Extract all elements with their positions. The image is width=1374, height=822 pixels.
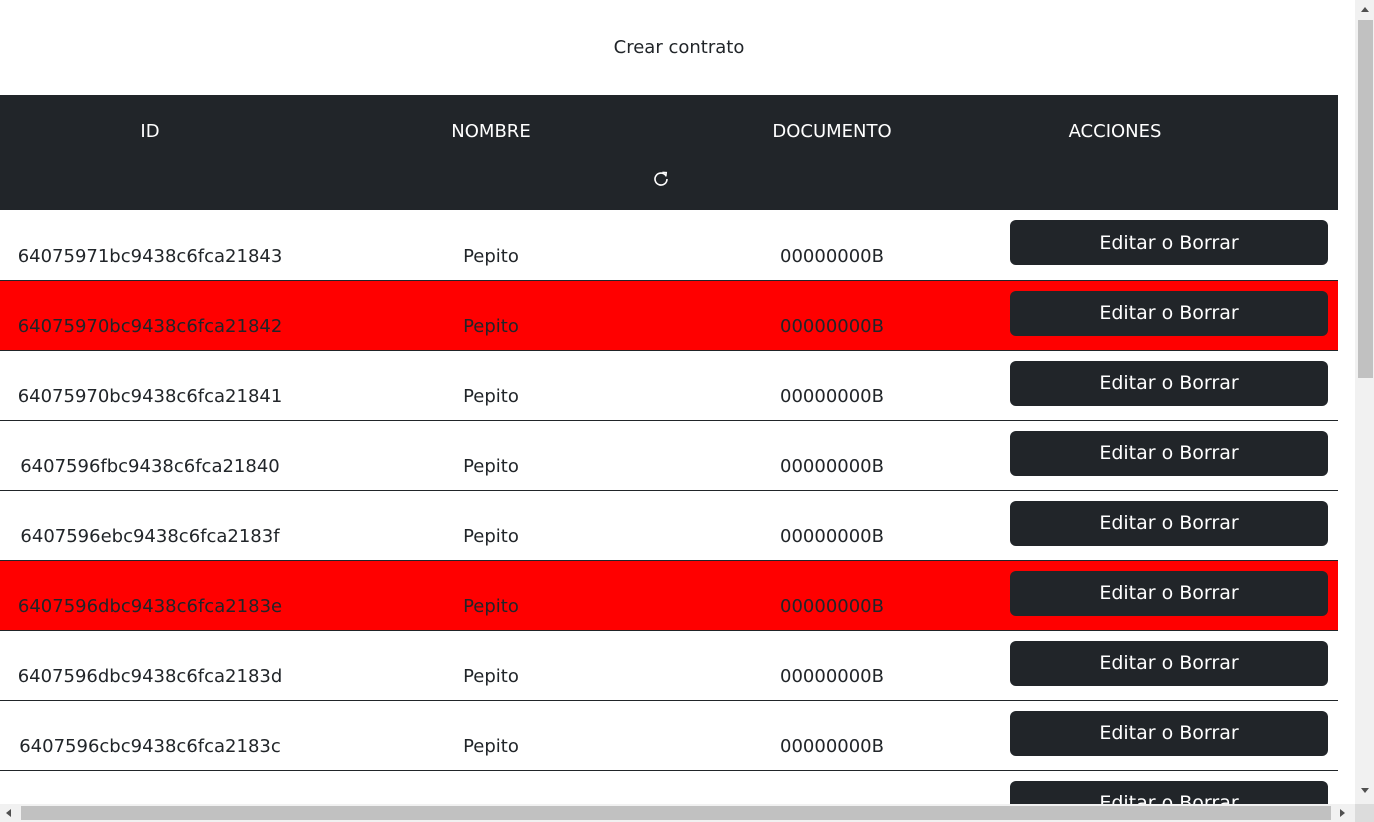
edit-or-delete-button[interactable]: Editar o Borrar — [1010, 360, 1328, 406]
edit-or-delete-button[interactable]: Editar o Borrar — [1010, 640, 1328, 686]
cell-acciones: Editar o Borrar — [982, 280, 1338, 351]
create-contract-link[interactable]: Crear contrato — [0, 0, 1338, 95]
table-refresh-row — [0, 167, 1338, 210]
cell-nombre — [300, 770, 682, 804]
scroll-up-arrow-icon[interactable] — [1361, 7, 1369, 12]
cell-nombre: Pepito — [300, 420, 682, 491]
cell-id: 64075971bc9438c6fca21843 — [0, 210, 300, 281]
table-row: Editar o Borrar — [0, 770, 1338, 804]
cell-documento: 00000000B — [682, 700, 982, 771]
cell-acciones: Editar o Borrar — [982, 560, 1338, 631]
edit-or-delete-button[interactable]: Editar o Borrar — [1010, 500, 1328, 546]
scrollbar-corner — [1355, 804, 1374, 822]
cell-nombre: Pepito — [300, 350, 682, 421]
vertical-scroll-thumb[interactable] — [1358, 20, 1373, 378]
horizontal-scroll-thumb[interactable] — [21, 806, 1331, 820]
scroll-down-arrow-icon[interactable] — [1361, 788, 1369, 793]
cell-id: 6407596ebc9438c6fca2183f — [0, 490, 300, 561]
cell-documento: 00000000B — [682, 490, 982, 561]
edit-or-delete-button[interactable]: Editar o Borrar — [1010, 780, 1328, 804]
cell-nombre: Pepito — [300, 210, 682, 281]
cell-id: 6407596dbc9438c6fca2183d — [0, 630, 300, 701]
table-header-row: ID NOMBRE DOCUMENTO ACCIONES — [0, 95, 1338, 167]
cell-nombre: Pepito — [300, 630, 682, 701]
column-header-nombre: NOMBRE — [300, 95, 682, 167]
page-content: Crear contrato ID NOMBRE DOCUMENTO ACCIO… — [0, 0, 1338, 804]
scroll-left-arrow-icon[interactable] — [6, 809, 11, 817]
column-header-id: ID — [0, 95, 300, 167]
cell-id: 6407596cbc9438c6fca2183c — [0, 700, 300, 771]
cell-nombre: Pepito — [300, 490, 682, 561]
edit-or-delete-button[interactable]: Editar o Borrar — [1010, 290, 1328, 336]
table-row: 6407596dbc9438c6fca2183d Pepito 00000000B E… — [0, 630, 1338, 701]
cell-documento: 00000000B — [682, 210, 982, 281]
cell-documento: 00000000B — [682, 280, 982, 351]
scroll-right-arrow-icon[interactable] — [1340, 809, 1345, 817]
cell-nombre: Pepito — [300, 700, 682, 771]
vertical-scrollbar[interactable] — [1355, 0, 1374, 804]
cell-documento: 00000000B — [682, 420, 982, 491]
cell-nombre: Pepito — [300, 280, 682, 351]
edit-or-delete-button[interactable]: Editar o Borrar — [1010, 430, 1328, 476]
cell-documento: 00000000B — [682, 560, 982, 631]
table-row: 64075971bc9438c6fca21843 Pepito 00000000B E… — [0, 210, 1338, 281]
cell-acciones: Editar o Borrar — [982, 700, 1338, 771]
cell-documento: 00000000B — [682, 350, 982, 421]
cell-id: 6407596fbc9438c6fca21840 — [0, 420, 300, 491]
cell-id — [0, 770, 300, 804]
cell-nombre: Pepito — [300, 560, 682, 631]
cell-acciones: Editar o Borrar — [982, 210, 1338, 281]
cell-acciones: Editar o Borrar — [982, 490, 1338, 561]
cell-id: 64075970bc9438c6fca21841 — [0, 350, 300, 421]
table-row: 6407596cbc9438c6fca2183c Pepito 00000000B E… — [0, 700, 1338, 771]
cell-acciones: Editar o Borrar — [982, 420, 1338, 491]
page-viewport: Crear contrato ID NOMBRE DOCUMENTO ACCIO… — [0, 0, 1355, 804]
contracts-table: ID NOMBRE DOCUMENTO ACCIONES 64075971bc9… — [0, 95, 1338, 804]
table-row: 6407596ebc9438c6fca2183f Pepito 00000000B E… — [0, 490, 1338, 561]
horizontal-scrollbar[interactable] — [0, 804, 1355, 822]
table-row: 64075970bc9438c6fca21842 Pepito 00000000B E… — [0, 280, 1338, 351]
cell-id: 6407596dbc9438c6fca2183e — [0, 560, 300, 631]
cell-documento: 00000000B — [682, 630, 982, 701]
table-row: 6407596dbc9438c6fca2183e Pepito 00000000B E… — [0, 560, 1338, 631]
table-row: 64075970bc9438c6fca21841 Pepito 00000000B E… — [0, 350, 1338, 421]
edit-or-delete-button[interactable]: Editar o Borrar — [1010, 570, 1328, 616]
cell-documento — [682, 770, 982, 804]
table-row: 6407596fbc9438c6fca21840 Pepito 00000000B E… — [0, 420, 1338, 491]
cell-id: 64075970bc9438c6fca21842 — [0, 280, 300, 351]
column-header-acciones: ACCIONES — [982, 95, 1338, 167]
cell-acciones: Editar o Borrar — [982, 770, 1338, 804]
table-body: 64075971bc9438c6fca21843 Pepito 00000000B E… — [0, 210, 1338, 804]
edit-or-delete-button[interactable]: Editar o Borrar — [1010, 220, 1328, 265]
cell-acciones: Editar o Borrar — [982, 630, 1338, 701]
edit-or-delete-button[interactable]: Editar o Borrar — [1010, 710, 1328, 756]
column-header-documento: DOCUMENTO — [682, 95, 982, 167]
cell-acciones: Editar o Borrar — [982, 350, 1338, 421]
refresh-icon[interactable] — [649, 167, 673, 191]
